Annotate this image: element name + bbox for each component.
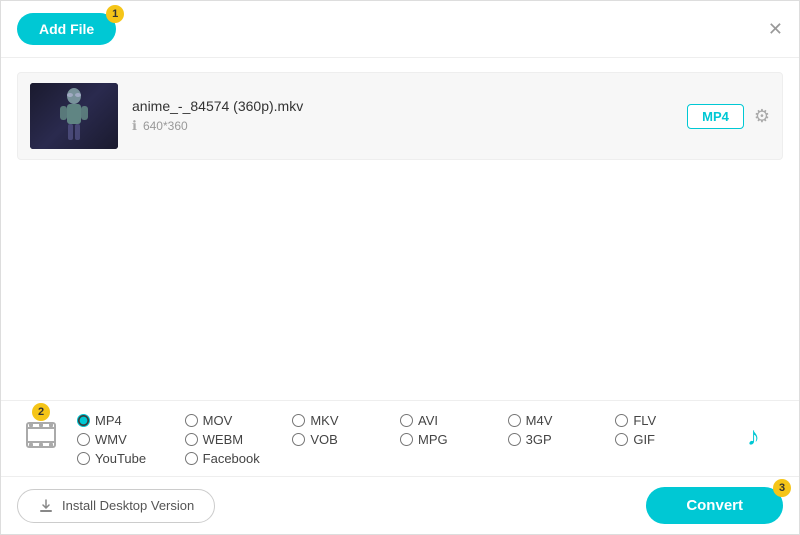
file-meta: ℹ 640*360: [132, 118, 687, 134]
file-actions: MP4 ⚙: [687, 104, 770, 129]
radio-item-3gp[interactable]: 3GP: [508, 432, 616, 447]
format-badge-button[interactable]: MP4: [687, 104, 744, 129]
download-icon: [38, 498, 54, 514]
radio-label-wmv: WMV: [95, 432, 127, 447]
radio-label-vob: VOB: [310, 432, 337, 447]
radio-item-facebook[interactable]: Facebook: [185, 451, 293, 466]
radio-mpg[interactable]: [400, 433, 413, 446]
close-button[interactable]: ✕: [768, 20, 783, 38]
bottom-panel: 2 MP4 MOV MKV AVI M4V FLV WMV WEBM VOB MPG 3GP GIF Y…: [1, 400, 799, 534]
format-selector: 2 MP4 MOV MKV AVI M4V FLV WMV WEBM VOB MPG 3GP GIF Y…: [1, 401, 799, 477]
convert-label: Convert: [686, 497, 743, 514]
radio-item-vob[interactable]: VOB: [292, 432, 400, 447]
svg-text:♪: ♪: [747, 421, 760, 451]
radio-label-mpg: MPG: [418, 432, 448, 447]
radio-mov[interactable]: [185, 414, 198, 427]
radio-youtube[interactable]: [77, 452, 90, 465]
audio-format-icon-button[interactable]: ♪: [735, 411, 783, 459]
format-radio-grid: MP4 MOV MKV AVI M4V FLV WMV WEBM VOB MPG 3GP GIF You…: [77, 411, 723, 466]
close-icon: ✕: [768, 19, 783, 39]
file-thumbnail: [30, 83, 118, 149]
radio-3gp[interactable]: [508, 433, 521, 446]
radio-label-mp4: MP4: [95, 413, 122, 428]
music-icon: ♪: [743, 419, 775, 451]
file-list: anime_-_84574 (360p).mkv ℹ 640*360 MP4 ⚙: [1, 58, 799, 174]
video-format-icon-button[interactable]: 2: [17, 411, 65, 459]
radio-item-webm[interactable]: WEBM: [185, 432, 293, 447]
badge-1: 1: [106, 5, 124, 23]
thumbnail-figure: [54, 88, 94, 144]
info-icon: ℹ: [132, 118, 137, 134]
file-name: anime_-_84574 (360p).mkv: [132, 98, 687, 114]
radio-m4v[interactable]: [508, 414, 521, 427]
radio-item-avi[interactable]: AVI: [400, 413, 508, 428]
radio-label-avi: AVI: [418, 413, 438, 428]
file-item: anime_-_84574 (360p).mkv ℹ 640*360 MP4 ⚙: [17, 72, 783, 160]
radio-item-mkv[interactable]: MKV: [292, 413, 400, 428]
badge-3: 3: [773, 479, 791, 497]
install-label: Install Desktop Version: [62, 498, 194, 513]
radio-item-mpg[interactable]: MPG: [400, 432, 508, 447]
radio-label-facebook: Facebook: [203, 451, 260, 466]
thumbnail-inner: [30, 83, 118, 149]
add-file-label: Add File: [39, 21, 94, 37]
settings-button[interactable]: ⚙: [754, 106, 770, 127]
radio-label-mkv: MKV: [310, 413, 338, 428]
radio-label-3gp: 3GP: [526, 432, 552, 447]
install-desktop-button[interactable]: Install Desktop Version: [17, 489, 215, 523]
file-resolution: 640*360: [143, 119, 188, 133]
add-file-button[interactable]: Add File 1: [17, 13, 116, 45]
radio-item-gif[interactable]: GIF: [615, 432, 723, 447]
radio-item-mov[interactable]: MOV: [185, 413, 293, 428]
radio-item-wmv[interactable]: WMV: [77, 432, 185, 447]
radio-flv[interactable]: [615, 414, 628, 427]
radio-webm[interactable]: [185, 433, 198, 446]
file-info: anime_-_84574 (360p).mkv ℹ 640*360: [132, 98, 687, 134]
film-icon: [23, 417, 59, 453]
radio-label-mov: MOV: [203, 413, 233, 428]
action-bar: Install Desktop Version Convert 3: [1, 477, 799, 534]
radio-wmv[interactable]: [77, 433, 90, 446]
radio-mp4[interactable]: [77, 414, 90, 427]
radio-label-youtube: YouTube: [95, 451, 146, 466]
radio-vob[interactable]: [292, 433, 305, 446]
top-bar: Add File 1 ✕: [1, 1, 799, 58]
radio-label-m4v: M4V: [526, 413, 553, 428]
radio-mkv[interactable]: [292, 414, 305, 427]
radio-item-flv[interactable]: FLV: [615, 413, 723, 428]
radio-facebook[interactable]: [185, 452, 198, 465]
radio-gif[interactable]: [615, 433, 628, 446]
radio-label-webm: WEBM: [203, 432, 243, 447]
radio-label-gif: GIF: [633, 432, 655, 447]
radio-item-youtube[interactable]: YouTube: [77, 451, 185, 466]
convert-button[interactable]: Convert 3: [646, 487, 783, 524]
badge-2: 2: [32, 403, 50, 421]
radio-item-mp4[interactable]: MP4: [77, 413, 185, 428]
radio-label-flv: FLV: [633, 413, 656, 428]
radio-avi[interactable]: [400, 414, 413, 427]
radio-item-m4v[interactable]: M4V: [508, 413, 616, 428]
